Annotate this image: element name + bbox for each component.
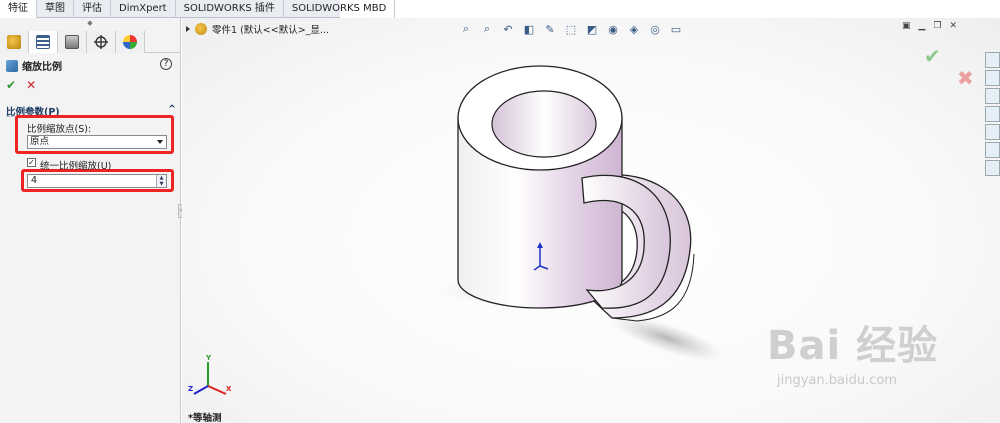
- scale-point-select[interactable]: 原点: [27, 135, 167, 149]
- triad-z-label: Z: [188, 385, 194, 393]
- ok-button[interactable]: ✔: [6, 78, 16, 92]
- design-library-icon[interactable]: [985, 70, 1000, 86]
- confirm-row: ✔ ✕: [6, 78, 36, 92]
- appearances-icon[interactable]: [985, 124, 1000, 140]
- custom-properties-icon[interactable]: [985, 142, 1000, 158]
- uniform-scale-checkbox[interactable]: ✓: [27, 158, 36, 167]
- scale-feature-icon: [6, 59, 18, 72]
- scale-point-value: 原点: [30, 136, 50, 147]
- triad-y-label: Y: [206, 354, 212, 362]
- tab-sketch[interactable]: 草图: [37, 0, 74, 18]
- chevron-down-icon: [157, 140, 163, 144]
- forum-icon[interactable]: [985, 160, 1000, 176]
- scale-factor-value: 4: [31, 175, 38, 186]
- display-manager-icon[interactable]: [116, 31, 145, 53]
- uniform-scale-label: 统一比例缩放(U): [40, 161, 112, 172]
- tab-solidworks-mbd[interactable]: SOLIDWORKS MBD: [284, 0, 396, 18]
- cancel-button[interactable]: ✕: [26, 78, 36, 92]
- watermark-url: jingyan.baidu.com: [777, 373, 897, 388]
- baidu-watermark: Bai 经验 jingyan.baidu.com: [767, 313, 1000, 388]
- tab-features[interactable]: 特征: [0, 0, 37, 18]
- triad-x-label: X: [226, 385, 232, 393]
- property-manager-icon[interactable]: [29, 31, 58, 53]
- property-manager-title: 缩放比例: [6, 58, 62, 73]
- dimxpert-manager-icon[interactable]: [87, 31, 116, 53]
- manager-tab-row: [0, 31, 181, 53]
- reference-triad: [193, 362, 227, 395]
- tab-dimxpert[interactable]: DimXpert: [111, 0, 176, 18]
- view-palette-icon[interactable]: [985, 106, 1000, 122]
- property-manager-panel: ◆ 缩放比例 ? ✔ ✕ 比例参数(P) ^ 比例缩放点(S): 原点 ✓ 统一…: [0, 18, 181, 423]
- scale-point-label: 比例缩放点(S):: [27, 124, 92, 135]
- file-explorer-icon[interactable]: [985, 88, 1000, 104]
- configuration-manager-icon[interactable]: [58, 31, 87, 53]
- tab-solidworks-addins[interactable]: SOLIDWORKS 插件: [176, 0, 284, 18]
- tab-evaluate[interactable]: 评估: [74, 0, 111, 18]
- view-orientation-label: *等轴测: [188, 413, 222, 423]
- feature-manager-icon[interactable]: [0, 31, 29, 53]
- graphics-area[interactable]: 零件1 (默认<<默认>_显... ⌕ ⌕ ↶ ◧ ✎ ⬚ ◩ ◉ ◈ ◎ ▭ …: [182, 18, 1000, 423]
- spin-buttons[interactable]: ▲ ▼: [156, 175, 166, 187]
- panel-grip-icon[interactable]: ◆: [86, 20, 94, 27]
- title-text: 缩放比例: [22, 62, 62, 73]
- task-pane: [985, 52, 1000, 178]
- scale-factor-input[interactable]: 4 ▲ ▼: [27, 174, 167, 188]
- watermark-brand: Bai 经验: [767, 323, 939, 369]
- help-icon[interactable]: ?: [160, 58, 172, 70]
- home-icon[interactable]: [985, 52, 1000, 68]
- command-manager-tabs: 特征 草图 评估 DimXpert SOLIDWORKS 插件 SOLIDWOR…: [0, 0, 396, 18]
